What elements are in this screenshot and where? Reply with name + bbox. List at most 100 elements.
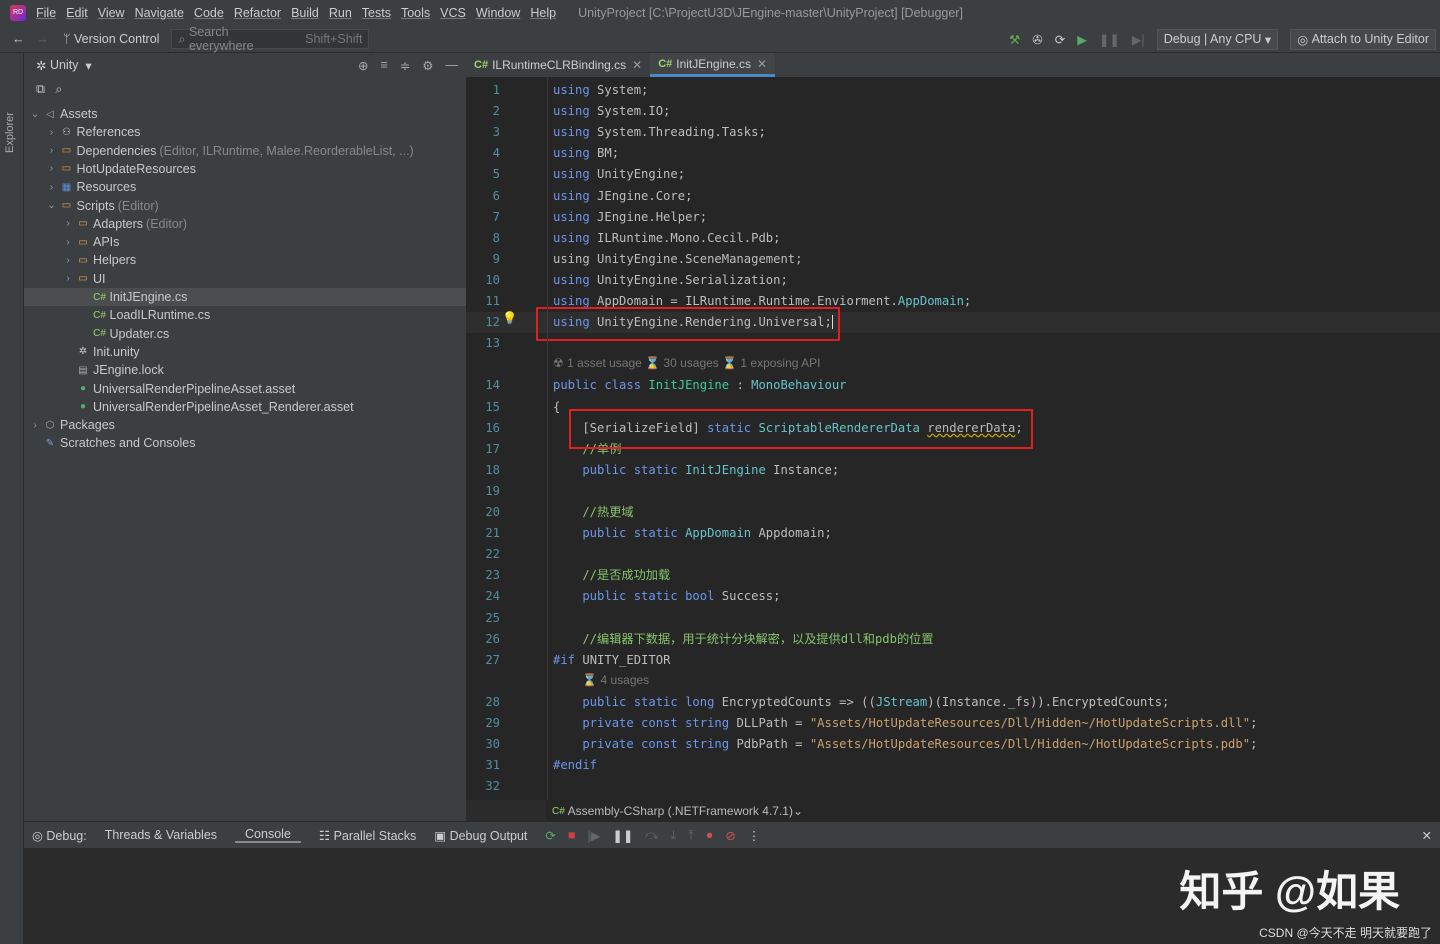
line-number[interactable]: 5 (466, 164, 500, 185)
chevron-down-icon[interactable]: ⌄ (793, 804, 803, 818)
line-number[interactable]: 29 (466, 713, 500, 734)
chevron-right-icon[interactable]: › (28, 420, 42, 431)
line-number[interactable]: 25 (466, 608, 500, 629)
menu-refactor[interactable]: Refactor (234, 6, 281, 20)
tree-item[interactable]: ⌄▭Scripts(Editor) (24, 197, 466, 215)
tree-item[interactable]: ›▭Adapters(Editor) (24, 215, 466, 233)
tree-item[interactable]: ›▦Resources (24, 178, 466, 196)
chevron-right-icon[interactable]: › (61, 237, 75, 248)
tree-item[interactable]: C#Updater.cs (24, 325, 466, 343)
tree-item[interactable]: ›▭APIs (24, 233, 466, 251)
tab-threads-variables[interactable]: Threads & Variables (105, 828, 217, 842)
line-number[interactable]: 31 (466, 755, 500, 776)
menu-vcs[interactable]: VCS (440, 6, 466, 20)
line-number[interactable]: 17 (466, 439, 500, 460)
line-number[interactable]: 28 (466, 692, 500, 713)
line-number[interactable]: 26 (466, 629, 500, 650)
line-number[interactable]: 3 (466, 122, 500, 143)
tree-item[interactable]: ›▭Dependencies(Editor, ILRuntime, Malee.… (24, 142, 466, 160)
line-number[interactable]: 32 (466, 776, 500, 797)
tree-item[interactable]: ▤JEngine.lock (24, 361, 466, 379)
hide-icon[interactable]: — (446, 58, 459, 73)
tree-item[interactable]: ›⬡Packages (24, 416, 466, 434)
resume-icon[interactable]: |▶ (587, 828, 600, 843)
tab-debug-output[interactable]: ▣ Debug Output (434, 828, 527, 843)
line-number[interactable]: 21 (466, 523, 500, 544)
menu-window[interactable]: Window (476, 6, 520, 20)
unity-debug-icon[interactable]: ✇ (1032, 32, 1042, 47)
line-number[interactable]: 12 (466, 312, 500, 333)
attach-unity-button[interactable]: ◎ Attach to Unity Editor (1290, 29, 1436, 50)
forward-icon[interactable]: → (37, 32, 50, 46)
gear-icon[interactable]: ⚙ (422, 58, 433, 73)
tab-initjengine-cs[interactable]: C#InitJEngine.cs✕ (650, 53, 775, 77)
step-icon[interactable]: ▶| (1132, 32, 1145, 47)
line-number[interactable]: 27 (466, 650, 500, 671)
menu-run[interactable]: Run (329, 6, 352, 20)
line-number[interactable]: 6 (466, 186, 500, 207)
back-icon[interactable]: ← (12, 32, 25, 46)
tree-item[interactable]: ✎Scratches and Consoles (24, 434, 466, 452)
more-icon[interactable]: ⋮ (748, 828, 761, 843)
tree-item[interactable]: ›▭UI (24, 270, 466, 288)
line-number[interactable]: 20 (466, 502, 500, 523)
search-icon[interactable]: ⌕ (55, 82, 62, 97)
code-vision-hint[interactable]: ☢ 1 asset usage ⌛ 30 usages ⌛ 1 exposing… (553, 356, 820, 370)
code-editor[interactable]: 1using System;2using System.IO;3using Sy… (466, 77, 1440, 800)
tree-item[interactable]: C#LoadILRuntime.cs (24, 306, 466, 324)
lightbulb-icon[interactable]: 💡 (502, 311, 517, 325)
tab-ilruntimeclrbinding-cs[interactable]: C#ILRuntimeCLRBinding.cs✕ (466, 53, 650, 77)
step-into-icon[interactable]: ⤓ (671, 828, 677, 843)
line-number[interactable]: 7 (466, 207, 500, 228)
menu-tests[interactable]: Tests (362, 6, 391, 20)
line-number[interactable]: 16 (466, 418, 500, 439)
tab-console[interactable]: Console (235, 827, 301, 843)
explorer-strip-tab[interactable]: Explorer (4, 112, 16, 153)
chevron-right-icon[interactable]: › (45, 163, 59, 174)
stop-icon[interactable]: ■ (568, 828, 576, 843)
chevron-right-icon[interactable]: › (61, 255, 75, 266)
line-number[interactable]: 30 (466, 734, 500, 755)
line-number[interactable]: 14 (466, 375, 500, 396)
step-out-icon[interactable]: ⤒ (688, 828, 694, 843)
code-vision-hint[interactable]: ⌛ 4 usages (582, 673, 649, 687)
line-number[interactable]: 19 (466, 481, 500, 502)
step-over-icon[interactable]: ⤼ (645, 828, 658, 843)
tree-item[interactable]: C#InitJEngine.cs (24, 288, 466, 306)
tree-item[interactable]: ⌄◁Assets (24, 105, 466, 123)
line-number[interactable]: 1 (466, 80, 500, 101)
chevron-right-icon[interactable]: › (61, 273, 75, 284)
run-icon[interactable]: ▶ (1077, 32, 1087, 47)
tree-item[interactable]: ●UniversalRenderPipelineAsset.asset (24, 380, 466, 398)
line-number[interactable]: 13 (466, 333, 500, 354)
line-number[interactable]: 11 (466, 291, 500, 312)
expand-all-icon[interactable]: ≡ (381, 58, 388, 73)
chevron-right-icon[interactable]: › (45, 127, 59, 138)
line-number[interactable]: 9 (466, 249, 500, 270)
menu-tools[interactable]: Tools (401, 6, 430, 20)
line-number[interactable]: 4 (466, 143, 500, 164)
rerun-icon[interactable]: ⟳ (545, 828, 555, 843)
menu-file[interactable]: File (36, 6, 56, 20)
chevron-right-icon[interactable]: › (45, 182, 59, 193)
locate-icon[interactable]: ⊕ (358, 58, 368, 73)
tree-item[interactable]: ●UniversalRenderPipelineAsset_Renderer.a… (24, 398, 466, 416)
close-tab-icon[interactable]: ✕ (757, 57, 767, 71)
line-number[interactable]: 23 (466, 565, 500, 586)
mute-breakpoints-icon[interactable]: ⊘ (725, 828, 735, 843)
menu-navigate[interactable]: Navigate (135, 6, 184, 20)
close-icon[interactable]: ✕ (1422, 828, 1432, 843)
build-hammer-icon[interactable]: ⚒ (1009, 32, 1020, 47)
menu-help[interactable]: Help (530, 6, 556, 20)
close-tab-icon[interactable]: ✕ (632, 58, 642, 72)
line-number[interactable]: 15 (466, 397, 500, 418)
chevron-down-icon[interactable]: ⌄ (28, 109, 42, 120)
chevron-down-icon[interactable]: ▾ (78, 58, 91, 73)
breakpoints-icon[interactable]: ● (706, 828, 714, 843)
tree-item[interactable]: ›⚇References (24, 123, 466, 141)
tree-item[interactable]: ›▭HotUpdateResources (24, 160, 466, 178)
explorer-view-select[interactable]: Unity (50, 58, 78, 72)
line-number[interactable]: 22 (466, 544, 500, 565)
project-selector[interactable]: Assembly-CSharp (.NETFramework 4.7.1) (568, 804, 793, 818)
line-number[interactable]: 18 (466, 460, 500, 481)
